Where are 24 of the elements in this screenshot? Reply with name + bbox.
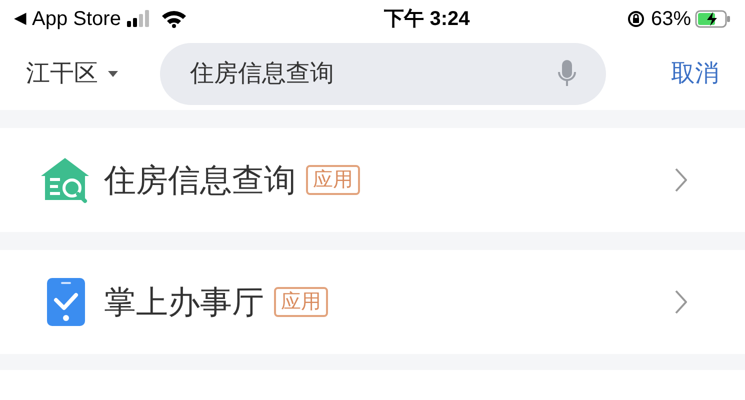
clock: 下午 3:24 <box>384 7 470 32</box>
app-tag: 应用 <box>274 287 328 317</box>
district-selector[interactable]: 江干区 <box>26 56 118 92</box>
battery-charging-icon <box>695 10 731 28</box>
district-label: 江干区 <box>26 59 98 89</box>
back-arrow[interactable]: ◀ <box>14 7 26 31</box>
phone-check-icon <box>47 278 85 326</box>
chevron-right-icon <box>675 168 687 192</box>
caret-icon <box>108 71 118 77</box>
rotation-lock-icon <box>626 10 645 28</box>
back-label[interactable]: App Store <box>32 4 121 34</box>
result-title: 住房信息查询 <box>104 161 296 200</box>
microphone-icon[interactable] <box>558 59 576 89</box>
wifi-icon <box>160 10 187 28</box>
chevron-right-icon <box>675 290 687 314</box>
cancel-button[interactable]: 取消 <box>671 56 719 92</box>
app-tag: 应用 <box>306 165 360 195</box>
result-card[interactable]: 掌上办事厅 应用 <box>0 250 745 354</box>
search-field[interactable]: 住房信息查询 <box>160 43 606 105</box>
result-title: 掌上办事厅 <box>104 283 264 322</box>
search-query: 住房信息查询 <box>190 59 335 89</box>
result-card[interactable]: 住房信息查询 应用 <box>0 128 745 232</box>
house-search-icon <box>41 156 91 204</box>
battery-percent: 63% <box>650 7 691 32</box>
